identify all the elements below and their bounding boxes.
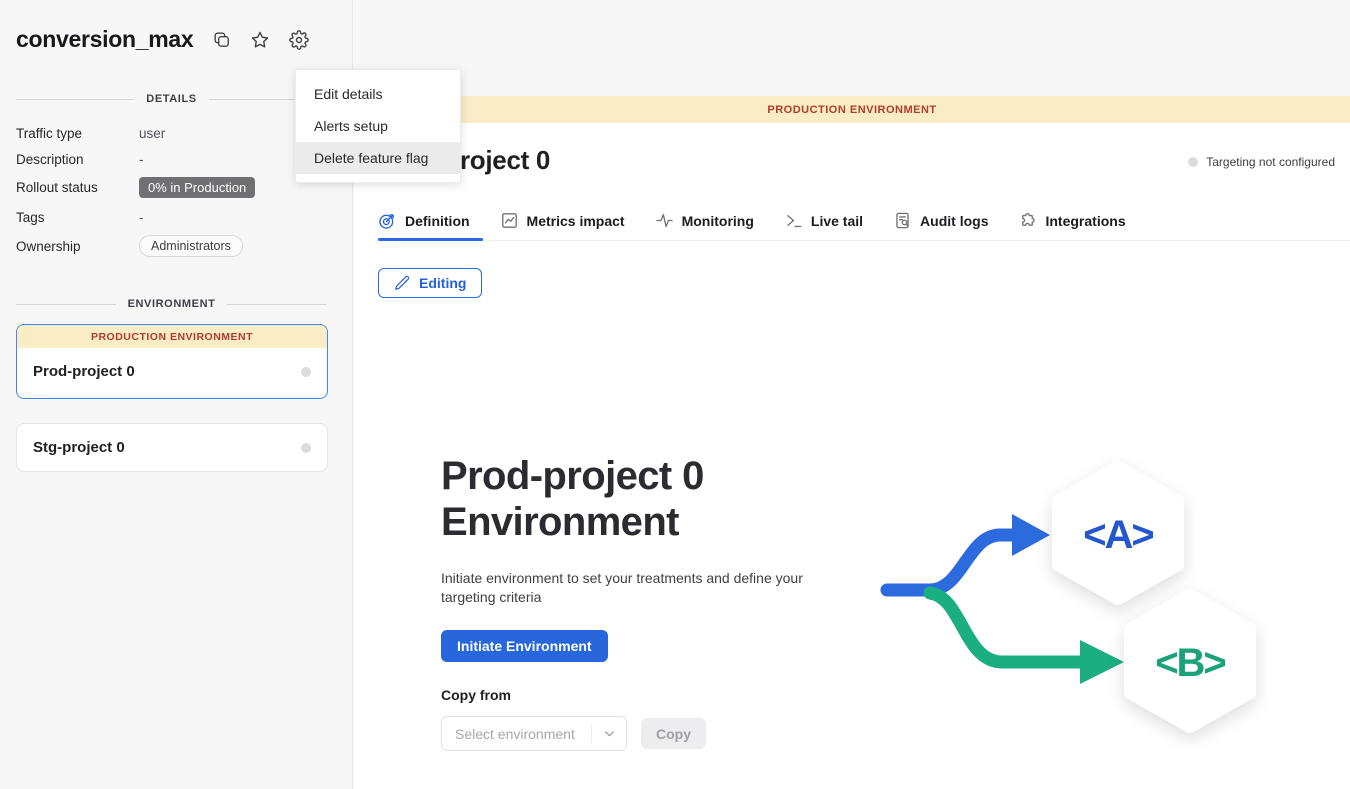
tab-monitoring[interactable]: Monitoring	[655, 211, 754, 242]
green-arrowhead-icon	[1080, 640, 1124, 684]
env-card-name: Stg-project 0	[33, 439, 125, 456]
pencil-icon	[394, 275, 410, 291]
environment-section-header: ENVIRONMENT	[16, 298, 327, 310]
description-value: -	[139, 152, 144, 167]
tab-audit-logs[interactable]: Audit logs	[893, 211, 988, 242]
blue-branch-line	[887, 535, 1014, 590]
metrics-impact-icon	[500, 211, 519, 230]
targeting-status-label: Targeting not configured	[1206, 155, 1335, 169]
environment-select-placeholder: Select environment	[442, 726, 591, 742]
menu-item-edit-details[interactable]: Edit details	[296, 78, 460, 110]
initiate-environment-button[interactable]: Initiate Environment	[441, 630, 608, 662]
environment-heading: ENVIRONMENT	[128, 298, 216, 310]
menu-item-alerts-setup[interactable]: Alerts setup	[296, 110, 460, 142]
menu-item-delete-feature-flag[interactable]: Delete feature flag	[296, 142, 460, 174]
green-branch-line	[930, 593, 1082, 662]
copy-icon[interactable]	[212, 30, 231, 49]
environment-select[interactable]: Select environment	[441, 716, 627, 751]
tab-metrics-impact[interactable]: Metrics impact	[500, 211, 625, 242]
status-dot	[301, 443, 311, 453]
flag-title: conversion_max	[16, 26, 193, 53]
env-card-name: Prod-project 0	[33, 363, 135, 380]
tab-live-tail[interactable]: Live tail	[784, 211, 863, 242]
rollout-status-row: Rollout status 0% in Production	[16, 172, 332, 203]
ownership-row: Ownership Administrators	[16, 231, 332, 261]
tags-label: Tags	[16, 210, 139, 225]
tab-bar: Definition Metrics impact Monitoring	[378, 211, 1126, 242]
targeting-status: Targeting not configured	[1188, 155, 1335, 169]
ab-split-illustration: <A> <B>	[874, 450, 1284, 750]
gear-icon[interactable]	[289, 30, 309, 50]
traffic-type-value: user	[139, 126, 165, 141]
empty-state-description: Initiate environment to set your treatme…	[441, 569, 816, 607]
monitoring-icon	[655, 211, 674, 230]
copy-from-label: Copy from	[441, 687, 511, 703]
tags-row: Tags -	[16, 203, 332, 231]
ownership-label: Ownership	[16, 239, 139, 254]
env-card-stg[interactable]: Stg-project 0	[16, 423, 328, 472]
env-card-prod[interactable]: PRODUCTION ENVIRONMENT Prod-project 0	[16, 324, 328, 399]
rollout-status-label: Rollout status	[16, 180, 139, 195]
details-rows: Traffic type user Description - Rollout …	[16, 120, 332, 261]
live-tail-icon	[784, 211, 803, 230]
production-environment-banner: PRODUCTION ENVIRONMENT	[354, 96, 1350, 123]
description-row: Description -	[16, 146, 332, 172]
integrations-icon	[1018, 211, 1037, 230]
traffic-type-row: Traffic type user	[16, 120, 332, 146]
tab-integrations[interactable]: Integrations	[1018, 211, 1125, 242]
blue-arrowhead-icon	[1012, 514, 1050, 556]
ownership-badge[interactable]: Administrators	[139, 235, 243, 257]
chevron-down-icon[interactable]	[592, 726, 626, 741]
description-label: Description	[16, 152, 139, 167]
prod-env-banner: PRODUCTION ENVIRONMENT	[17, 325, 327, 348]
star-icon[interactable]	[250, 30, 270, 50]
definition-icon	[378, 211, 397, 230]
active-tab-underline	[378, 238, 483, 241]
variant-b-label: <B>	[1155, 641, 1225, 685]
rollout-status-badge: 0% in Production	[139, 177, 255, 198]
details-section-header: DETAILS	[16, 93, 327, 105]
tags-value: -	[139, 210, 144, 225]
traffic-type-label: Traffic type	[16, 126, 139, 141]
main-panel: PRODUCTION ENVIRONMENT Prod-project 0 Ta…	[354, 0, 1350, 789]
audit-logs-icon	[893, 211, 912, 230]
empty-state-heading: Prod-project 0 Environment	[441, 453, 704, 545]
flag-header: conversion_max	[16, 26, 309, 53]
main-content: Prod-project 0 Targeting not configured …	[354, 123, 1350, 789]
tabs-divider	[378, 240, 1350, 241]
settings-dropdown-menu: Edit details Alerts setup Delete feature…	[295, 69, 461, 183]
details-heading: DETAILS	[146, 93, 196, 105]
variant-a-label: <A>	[1083, 513, 1153, 557]
targeting-status-dot	[1188, 157, 1198, 167]
status-dot	[301, 367, 311, 377]
copy-button[interactable]: Copy	[641, 718, 706, 749]
editing-button[interactable]: Editing	[378, 268, 482, 298]
